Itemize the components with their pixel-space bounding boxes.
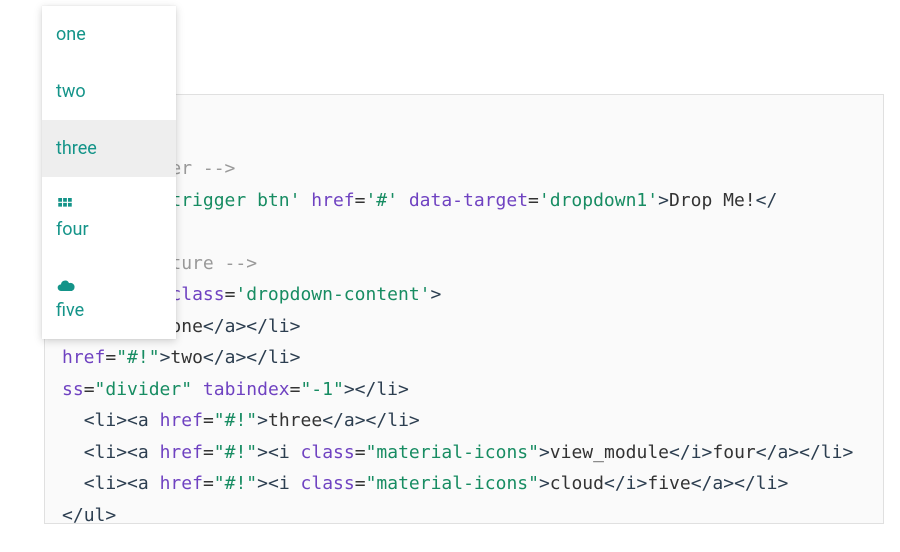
string: 'dropdown-content' <box>235 284 430 305</box>
string: 'dropdown1' <box>539 190 658 211</box>
dropdown-item-three[interactable]: three <box>42 120 176 177</box>
dropdown-item-five[interactable]: five <box>42 258 176 339</box>
attr: href <box>311 190 354 211</box>
dropdown-item-label: one <box>56 24 162 45</box>
code-block: down Trigger --> 'dropdown-trigger btn' … <box>62 153 853 531</box>
dropdown-item-label: two <box>56 81 162 102</box>
dropdown-item-two[interactable]: two <box>42 63 176 120</box>
cloud-icon <box>56 276 74 294</box>
dropdown-item-four[interactable]: four <box>42 177 176 258</box>
attr: class <box>170 284 224 305</box>
attr: data-target <box>409 190 528 211</box>
view-module-icon <box>56 195 74 213</box>
dropdown-menu: one two three four five <box>42 6 176 339</box>
dropdown-item-label: four <box>56 219 162 240</box>
string: "#!" <box>116 347 159 368</box>
dropdown-item-label: five <box>56 300 162 321</box>
text: Drop Me! <box>669 190 756 211</box>
dropdown-item-one[interactable]: one <box>42 6 176 63</box>
app-stage: kup down Trigger --> 'dropdown-trigger b… <box>0 0 900 552</box>
dropdown-item-label: three <box>56 138 162 159</box>
attr: href <box>62 347 105 368</box>
string: '#' <box>365 190 398 211</box>
